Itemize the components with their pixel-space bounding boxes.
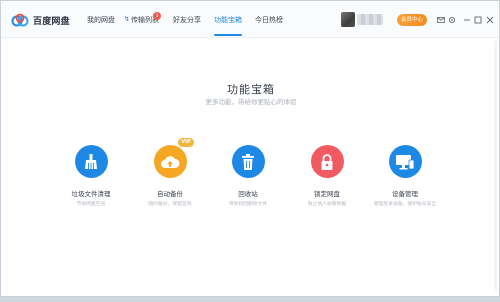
tool-desc: 随时备份，保留签到	[148, 202, 192, 207]
settings-icon[interactable]	[447, 15, 457, 25]
tool-icon-circle	[74, 145, 108, 178]
tab-toolbox[interactable]: 功能宝箱	[214, 15, 242, 25]
broom-icon	[85, 153, 97, 169]
tool-junk-cleanup[interactable]: 垃圾文件清理 节省网盘空间	[51, 145, 131, 207]
tool-icon-circle	[231, 145, 265, 178]
mail-icon[interactable]	[436, 15, 446, 25]
vip-badge: VIP	[178, 138, 194, 147]
app-logo-text: 百度网盘	[33, 16, 70, 27]
tool-desc: 带你找回删除文件	[228, 202, 268, 207]
lock-icon	[321, 153, 333, 170]
username-blurred	[357, 14, 383, 25]
tool-recycle-bin[interactable]: 回收站 带你找回删除文件	[208, 145, 288, 207]
tab-hot-list[interactable]: 今日热榜	[255, 15, 283, 25]
scrollbar[interactable]	[494, 41, 497, 291]
maximize-icon[interactable]	[473, 15, 483, 25]
tool-icon-circle	[310, 145, 344, 178]
tool-desc: 防止他人偷看数据	[307, 202, 347, 207]
tool-name: 锁定网盘	[314, 190, 340, 198]
tool-auto-backup[interactable]: VIP 自动备份 随时备份，保留签到	[130, 138, 210, 207]
tool-name: 自动备份	[157, 190, 183, 198]
tool-name: 设备管理	[392, 190, 418, 198]
tool-icon-circle	[388, 145, 422, 178]
tool-name: 回收站	[238, 190, 258, 198]
monitor-icon	[396, 154, 415, 169]
tool-device-manage[interactable]: 设备管理 管理登录设备，保护账号安全	[365, 145, 445, 207]
close-icon[interactable]	[485, 15, 495, 25]
baidu-cloud-logo-icon	[11, 13, 29, 27]
transfer-count-badge: 3	[153, 12, 161, 20]
top-bar: 百度网盘 我的网盘 ↯ 传输列表 3 好友分享 功能宝箱 今日热榜 会员中心	[1, 1, 499, 38]
tool-icon-circle	[153, 145, 187, 178]
tool-desc: 管理登录设备，保护账号安全	[373, 202, 437, 207]
page-subtitle: 更多功能，带给你更贴心的体验	[205, 98, 297, 106]
minimize-icon[interactable]	[462, 15, 472, 25]
tab-my-disk[interactable]: 我的网盘	[87, 15, 115, 25]
avatar[interactable]	[341, 12, 355, 27]
page-title: 功能宝箱	[227, 83, 275, 96]
tool-desc: 节省网盘空间	[76, 202, 106, 207]
app-window: 百度网盘 我的网盘 ↯ 传输列表 3 好友分享 功能宝箱 今日热榜 会员中心 功…	[0, 0, 500, 297]
active-tab-indicator	[214, 34, 242, 36]
trash-icon	[242, 153, 254, 170]
tab-friend-share[interactable]: 好友分享	[173, 15, 201, 25]
tool-lock-disk[interactable]: 锁定网盘 防止他人偷看数据	[287, 145, 367, 207]
app-logo[interactable]: 百度网盘	[11, 11, 70, 29]
member-center-button[interactable]: 会员中心	[397, 14, 427, 26]
cloud-upload-icon	[161, 155, 180, 168]
tool-name: 垃圾文件清理	[71, 190, 111, 198]
transfer-icon: ↯	[124, 15, 130, 23]
